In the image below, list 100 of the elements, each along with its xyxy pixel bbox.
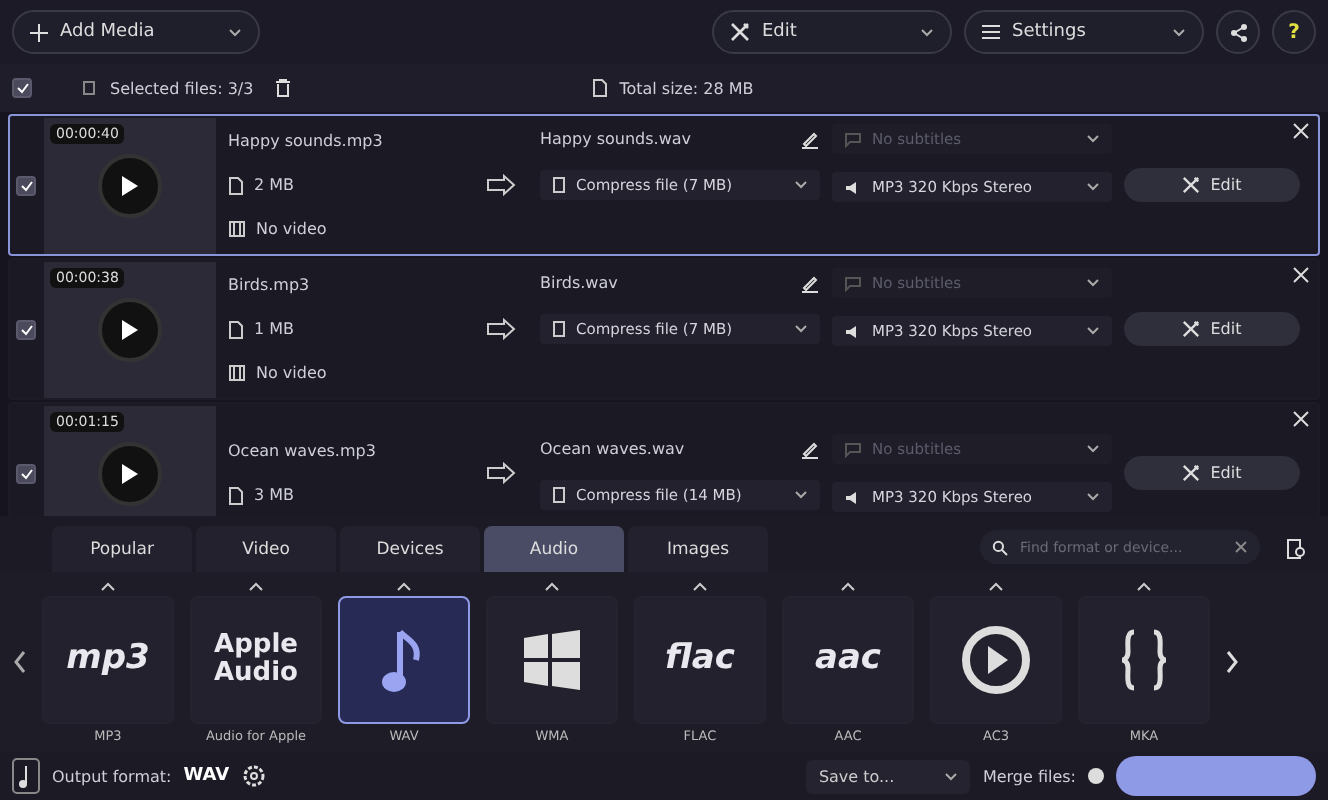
save-to-dropdown[interactable]: Save to... <box>806 759 971 793</box>
format-tab[interactable]: Images <box>628 526 768 572</box>
share-icon <box>1229 23 1247 41</box>
format-card[interactable]: Apple Audio <box>190 595 322 723</box>
format-logo-text: mp3 <box>66 641 150 677</box>
chevron-down-icon <box>1086 492 1100 502</box>
chevron-down-icon <box>1172 27 1186 37</box>
file-size: 3 MB <box>254 486 295 504</box>
speech-bubble-icon <box>844 131 862 147</box>
trash-icon[interactable] <box>273 78 292 98</box>
speaker-icon <box>844 489 862 505</box>
format-card[interactable] <box>486 595 618 723</box>
format-card[interactable] <box>338 595 470 723</box>
settings-menu-button[interactable]: Settings <box>964 10 1204 54</box>
speaker-icon <box>844 179 862 195</box>
chevron-down-icon <box>1086 134 1100 144</box>
play-button[interactable] <box>98 297 162 361</box>
edit-button[interactable]: Edit <box>1124 168 1300 202</box>
format-logo-text: Audio <box>213 659 298 687</box>
video-info: No video <box>256 220 327 238</box>
chevron-down-icon <box>794 180 808 190</box>
checkmark-icon <box>19 179 33 191</box>
menu-icon <box>982 24 1000 40</box>
checkmark-icon <box>19 467 33 479</box>
chevron-down-icon <box>944 771 959 781</box>
chevron-down-icon <box>228 27 242 37</box>
format-tab[interactable]: Video <box>196 526 336 572</box>
document-icon <box>228 175 244 195</box>
play-button[interactable] <box>98 153 162 217</box>
close-icon <box>1292 122 1310 140</box>
caret-up-icon <box>692 581 708 591</box>
edit-menu-button[interactable]: Edit <box>712 10 952 54</box>
format-logo-text: aac <box>814 641 882 677</box>
format-card[interactable]: flac <box>634 595 766 723</box>
help-button[interactable]: ? <box>1272 10 1316 54</box>
close-button[interactable] <box>1292 410 1310 428</box>
close-icon <box>1292 266 1310 284</box>
caret-up-icon <box>840 581 856 591</box>
edit-button[interactable]: Edit <box>1124 456 1300 490</box>
caret-up-icon <box>988 581 1004 591</box>
settings-icon[interactable] <box>241 764 266 788</box>
file-size: 2 MB <box>254 176 295 194</box>
source-file-name: Birds.mp3 <box>228 276 310 294</box>
output-format-value: WAV <box>183 766 230 786</box>
convert-arrow-icon <box>486 174 518 196</box>
file-checkbox[interactable] <box>16 319 36 339</box>
format-tab[interactable]: Audio <box>484 526 624 572</box>
chevron-down-icon <box>1086 326 1100 336</box>
plus-icon <box>30 23 48 41</box>
format-card[interactable] <box>930 595 1062 723</box>
film-icon <box>228 220 246 238</box>
pencil-icon[interactable] <box>800 129 820 149</box>
files-icon <box>80 79 98 97</box>
convert-button[interactable] <box>1116 756 1316 796</box>
format-card[interactable] <box>1078 595 1210 723</box>
merge-toggle[interactable] <box>1088 768 1104 784</box>
chevron-down-icon <box>794 490 808 500</box>
output-file-name: Birds.wav <box>540 274 618 292</box>
merge-files-label: Merge files: <box>982 767 1076 785</box>
tools-icon <box>730 22 750 42</box>
file-checkbox[interactable] <box>16 175 36 195</box>
caret-up-icon <box>544 581 560 591</box>
close-icon <box>1292 410 1310 428</box>
compress-icon <box>552 176 566 194</box>
play-button[interactable] <box>98 441 162 505</box>
pencil-icon[interactable] <box>800 439 820 459</box>
tools-icon <box>1182 320 1201 338</box>
edit-button[interactable]: Edit <box>1124 312 1300 346</box>
music-note-icon <box>12 758 40 794</box>
clear-icon[interactable] <box>1234 540 1248 554</box>
caret-up-icon <box>248 581 264 591</box>
format-tab[interactable]: Popular <box>52 526 192 572</box>
close-button[interactable] <box>1292 122 1310 140</box>
chevron-down-icon <box>794 324 808 334</box>
caret-up-icon <box>396 581 412 591</box>
format-tab[interactable]: Devices <box>340 526 480 572</box>
share-button[interactable] <box>1216 10 1260 54</box>
play-icon <box>120 461 140 485</box>
convert-arrow-icon <box>486 462 518 484</box>
pencil-icon[interactable] <box>800 273 820 293</box>
tools-icon <box>1182 464 1201 482</box>
source-file-name: Ocean waves.mp3 <box>228 442 376 460</box>
source-file-name: Happy sounds.mp3 <box>228 132 383 150</box>
file-checkbox[interactable] <box>16 463 36 483</box>
output-format-label: Output format: <box>52 767 172 785</box>
selected-files-label: Selected files: 3/3 <box>110 79 254 97</box>
select-all-checkbox[interactable] <box>12 78 32 98</box>
search-icon <box>992 539 1008 555</box>
format-card[interactable]: mp3 <box>42 595 174 723</box>
windows-logo-icon <box>520 629 584 689</box>
convert-arrow-icon <box>486 318 518 340</box>
close-button[interactable] <box>1292 266 1310 284</box>
checkmark-icon <box>19 323 33 335</box>
speech-bubble-icon <box>844 441 862 457</box>
file-size: 1 MB <box>254 320 295 338</box>
format-card[interactable]: aac <box>782 595 914 723</box>
chevron-right-icon[interactable] <box>1224 650 1240 674</box>
add-media-button[interactable]: Add Media <box>12 10 260 54</box>
tools-icon <box>1182 176 1201 194</box>
chevron-left-icon[interactable] <box>12 650 28 674</box>
